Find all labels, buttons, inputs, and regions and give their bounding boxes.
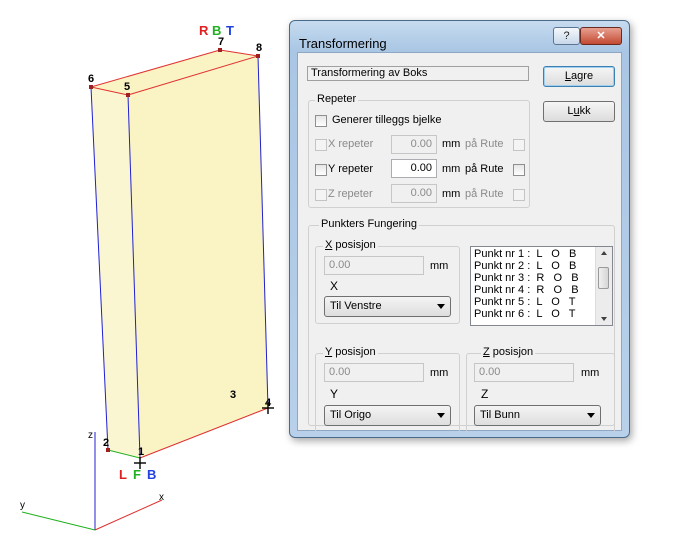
x-repeat-route-label: på Rute — [465, 138, 504, 150]
y-repeat-input[interactable]: 0.00 — [391, 159, 437, 178]
y-repeat-unit: mm — [442, 163, 461, 175]
window-title: Transformering — [299, 36, 387, 51]
save-button[interactable]: Lagre — [543, 66, 615, 87]
extra-beam-checkbox[interactable] — [315, 115, 327, 127]
x-repeat-checkbox[interactable] — [315, 139, 327, 151]
close-window-button[interactable]: ✕ — [580, 27, 622, 45]
box-front-face — [128, 56, 268, 458]
x-position-unit: mm — [430, 260, 449, 272]
z-repeat-checkbox[interactable] — [315, 189, 327, 201]
point-number-3: 3 — [230, 389, 236, 401]
x-position-title: X posisjon — [323, 239, 378, 251]
repeat-group-title: Repeter — [315, 93, 359, 105]
x-axis-label: X — [330, 279, 339, 293]
x-repeat-label: X repeter — [328, 138, 374, 150]
title-bar[interactable]: Transformering ? ✕ — [290, 21, 629, 51]
z-repeat-label: Z repeter — [328, 188, 373, 200]
point-list[interactable]: Punkt nr 1 : L O B Punkt nr 2 : L O B Pu… — [470, 246, 613, 326]
z-route-checkbox[interactable] — [513, 189, 525, 201]
list-item[interactable]: Punkt nr 4 : R O B — [474, 284, 579, 296]
chevron-down-icon — [587, 413, 595, 418]
point-number-2: 2 — [103, 437, 109, 449]
chevron-down-icon — [437, 413, 445, 418]
y-repeat-route-label: på Rute — [465, 163, 504, 175]
point-number-4: 4 — [265, 397, 272, 409]
x-position-input[interactable]: 0.00 — [324, 256, 424, 275]
corner-label-l: L — [119, 467, 127, 482]
corner-label-f: F — [133, 467, 141, 482]
z-position-title: Z posisjon — [481, 346, 536, 358]
z-position-unit: mm — [581, 367, 600, 379]
points-group-title: Punkters Fungering — [319, 218, 419, 230]
y-route-checkbox[interactable] — [513, 164, 525, 176]
list-scroll-thumb[interactable] — [598, 267, 609, 289]
y-position-title: Y posisjon — [323, 346, 378, 358]
list-item[interactable]: Punkt nr 5 : L O T — [474, 296, 576, 308]
list-item[interactable]: Punkt nr 2 : L O B — [474, 260, 576, 272]
z-position-input[interactable]: 0.00 — [474, 363, 574, 382]
z-alignment-select[interactable]: Til Bunn — [474, 405, 601, 426]
list-item[interactable]: Punkt nr 3 : R O B — [474, 272, 579, 284]
subtitle-field: Transformering av Boks — [307, 66, 529, 81]
list-item[interactable]: Punkt nr 1 : L O B — [474, 248, 576, 260]
x-alignment-select[interactable]: Til Venstre — [324, 296, 451, 317]
corner-label-b: B — [212, 23, 221, 38]
point-number-6: 6 — [88, 73, 94, 85]
axis-label-x: x — [159, 492, 164, 503]
point-number-8: 8 — [256, 42, 262, 54]
transform-dialog: Transformering ? ✕ Transformering av Bok… — [289, 20, 630, 438]
z-repeat-input[interactable]: 0.00 — [391, 184, 437, 203]
z-alignment-value: Til Bunn — [480, 409, 520, 421]
x-repeat-input[interactable]: 0.00 — [391, 135, 437, 154]
y-alignment-select[interactable]: Til Origo — [324, 405, 451, 426]
y-alignment-value: Til Origo — [330, 409, 372, 421]
point-number-5: 5 — [124, 81, 130, 93]
axis-label-z: z — [88, 430, 93, 441]
corner-label-r: R — [199, 23, 209, 38]
help-button[interactable]: ? — [553, 27, 580, 45]
dialog-client: Transformering av Boks Lagre Lukk Repete… — [297, 52, 622, 433]
y-repeat-checkbox[interactable] — [315, 164, 327, 176]
x-route-checkbox[interactable] — [513, 139, 525, 151]
axis-label-y: y — [20, 500, 25, 511]
y-axis-label: Y — [330, 387, 339, 401]
y-repeat-label: Y repeter — [328, 163, 374, 175]
list-item[interactable]: Punkt nr 6 : L O T — [474, 308, 576, 320]
z-axis-label: Z — [481, 387, 489, 401]
list-scrollbar[interactable] — [595, 247, 612, 325]
chevron-down-icon — [437, 304, 445, 309]
y-position-unit: mm — [430, 367, 449, 379]
extra-beam-label: Generer tilleggs bjelke — [332, 114, 442, 126]
z-repeat-unit: mm — [442, 188, 461, 200]
close-button[interactable]: Lukk — [543, 101, 615, 122]
point-number-1: 1 — [138, 446, 144, 458]
corner-label-b-bottom: B — [147, 467, 156, 482]
y-position-input[interactable]: 0.00 — [324, 363, 424, 382]
corner-label-t: T — [226, 23, 234, 38]
x-repeat-unit: mm — [442, 138, 461, 150]
x-alignment-value: Til Venstre — [330, 300, 382, 312]
z-repeat-route-label: på Rute — [465, 188, 504, 200]
